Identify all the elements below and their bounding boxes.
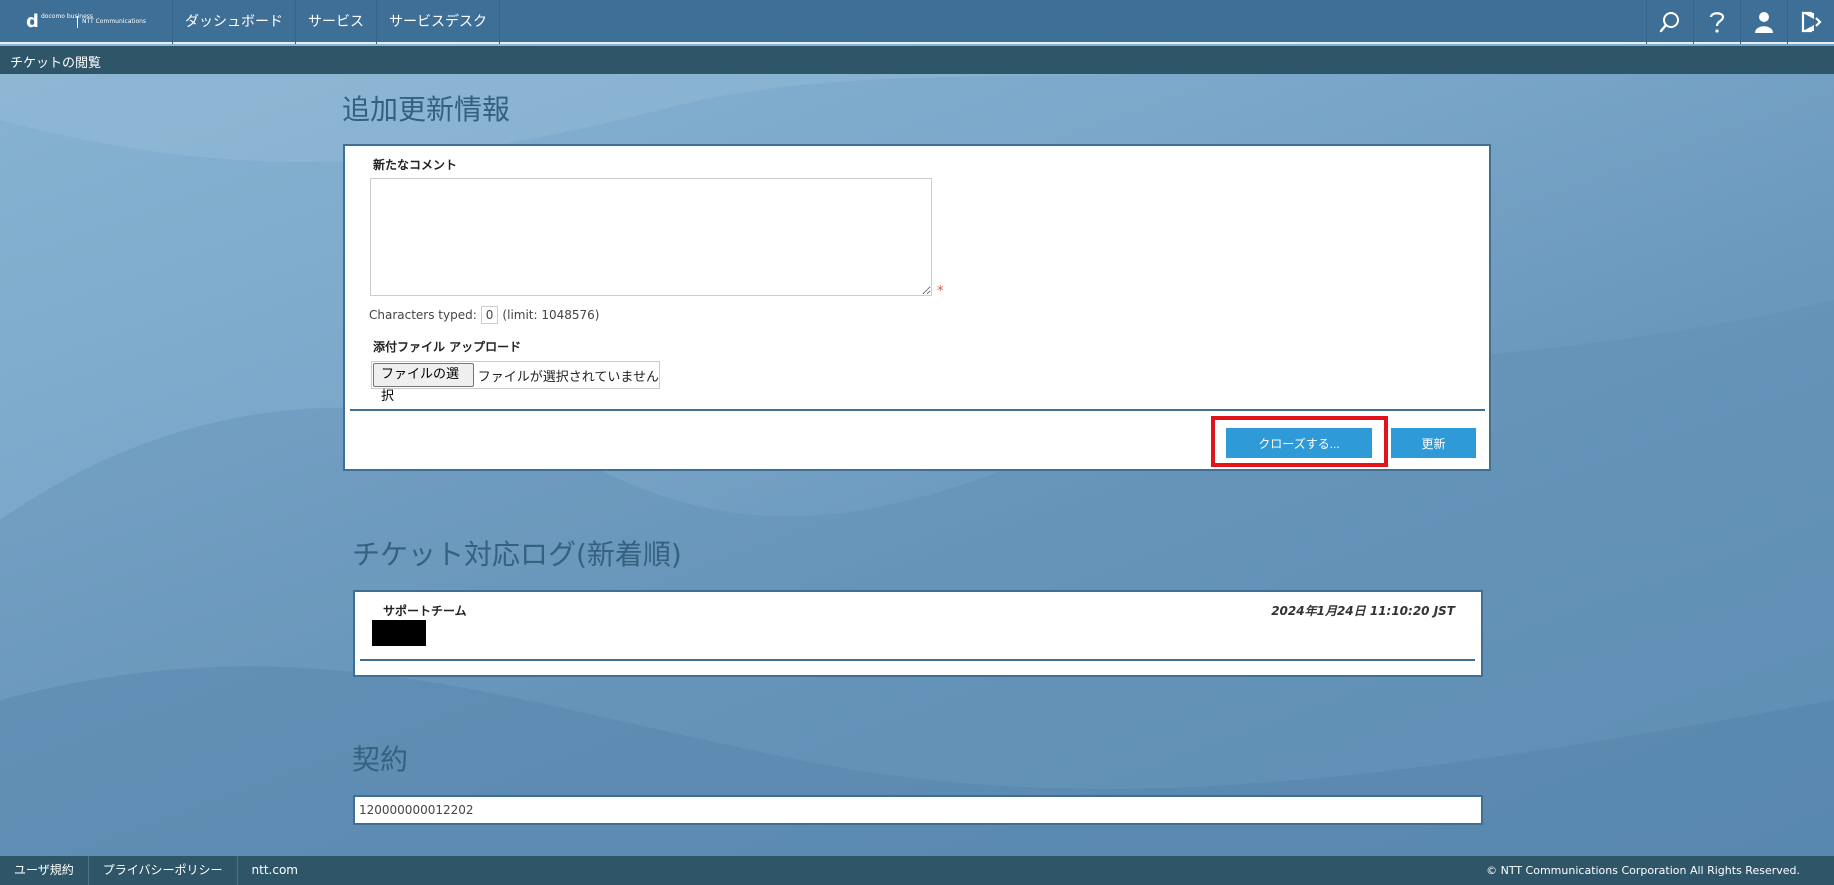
logo-mark: d bbox=[26, 11, 39, 32]
user-icon[interactable] bbox=[1740, 0, 1787, 44]
footer-link-terms[interactable]: ユーザ規約 bbox=[0, 856, 89, 885]
attachment-label: 添付ファイル アップロード bbox=[373, 340, 522, 354]
character-counter: Characters typed: 0 (limit: 1048576) bbox=[369, 306, 599, 324]
choose-file-button[interactable]: ファイルの選択 bbox=[373, 363, 474, 404]
breadcrumb: チケットの閲覧 bbox=[10, 56, 102, 71]
log-divider bbox=[360, 659, 1475, 661]
footer-link-ntt[interactable]: ntt.com bbox=[238, 856, 312, 885]
chars-limit: (limit: 1048576) bbox=[502, 308, 600, 322]
contract-section-title: 契約 bbox=[352, 743, 409, 776]
chars-typed-value: 0 bbox=[480, 306, 499, 324]
contract-field: 120000000012202 bbox=[353, 795, 1483, 825]
breadcrumb-bar: チケットの閲覧 bbox=[0, 46, 1834, 74]
header-icons bbox=[1646, 0, 1834, 44]
file-upload-input[interactable]: ファイルの選択 ファイルが選択されていません bbox=[371, 361, 660, 404]
update-button[interactable]: 更新 bbox=[1391, 428, 1476, 458]
panel-divider bbox=[350, 409, 1485, 411]
chars-typed-label: Characters typed: bbox=[369, 308, 477, 322]
search-icon[interactable] bbox=[1646, 0, 1693, 44]
logout-icon[interactable] bbox=[1787, 0, 1834, 44]
help-icon[interactable] bbox=[1693, 0, 1740, 44]
nav-services[interactable]: サービス bbox=[295, 0, 376, 44]
footer: ユーザ規約 プライバシーポリシー ntt.com © NTT Communica… bbox=[0, 856, 1834, 885]
docomo-business-logo[interactable]: d docomo business NTT Communications bbox=[22, 10, 172, 34]
contract-number: 120000000012202 bbox=[359, 803, 474, 817]
redacted-block bbox=[372, 620, 426, 646]
comment-textarea[interactable] bbox=[370, 178, 932, 296]
copyright: © NTT Communications Corporation All Rig… bbox=[1486, 864, 1800, 877]
logo-subtext: NTT Communications bbox=[82, 18, 147, 25]
logo-divider bbox=[77, 16, 78, 28]
top-navigation-bar: d docomo business NTT Communications ダッシ… bbox=[0, 0, 1834, 44]
update-section-title: 追加更新情報 bbox=[342, 93, 511, 126]
nav-service-desk[interactable]: サービスデスク bbox=[376, 0, 500, 44]
log-author: サポートチーム bbox=[383, 604, 467, 618]
close-button-highlight bbox=[1211, 416, 1388, 467]
main-nav: ダッシュボード サービス サービスデスク bbox=[172, 0, 500, 44]
log-entry: サポートチーム 2024年1月24日 11:10:20 JST bbox=[353, 590, 1483, 677]
footer-link-privacy[interactable]: プライバシーポリシー bbox=[89, 856, 238, 885]
file-status: ファイルが選択されていません bbox=[477, 369, 659, 385]
log-section-title: チケット対応ログ(新着順) bbox=[352, 538, 682, 571]
required-mark: * bbox=[937, 284, 944, 299]
footer-links: ユーザ規約 プライバシーポリシー ntt.com bbox=[0, 856, 312, 885]
log-date: 2024年1月24日 11:10:20 JST bbox=[1271, 604, 1455, 618]
nav-dashboard[interactable]: ダッシュボード bbox=[172, 0, 295, 44]
comment-label: 新たなコメント bbox=[373, 158, 458, 172]
